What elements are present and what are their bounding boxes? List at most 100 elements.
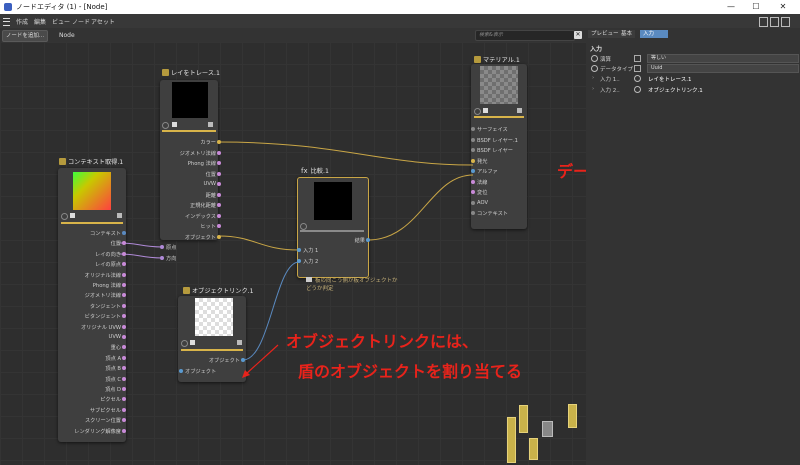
context-out-12-socket[interactable]: [122, 355, 126, 360]
node-accent-bar: [181, 349, 243, 351]
raytrace-in-1-socket[interactable]: [160, 256, 164, 260]
material-row-3-socket[interactable]: [471, 158, 475, 163]
material-row-5-socket[interactable]: [471, 179, 475, 184]
field-datatype-checkbox[interactable]: [634, 65, 641, 72]
image-icon[interactable]: [172, 122, 177, 127]
menu-icon[interactable]: [237, 340, 242, 345]
search-input[interactable]: 検索&表示: [475, 30, 575, 41]
material-row-8-socket[interactable]: [471, 211, 475, 215]
operation-dropdown[interactable]: 等しい: [647, 54, 799, 63]
menu-asset[interactable]: アセット: [91, 17, 115, 26]
window-title: ノードエディタ (1) - [Node]: [16, 3, 108, 11]
context-out-2-socket[interactable]: [122, 251, 126, 256]
maximize-button[interactable]: ☐: [745, 1, 767, 13]
material-row-7-label: AOV: [477, 199, 488, 206]
node-compare-label: 比較.1: [310, 168, 329, 175]
context-out-17-socket[interactable]: [122, 407, 126, 412]
objlink-out-socket[interactable]: [241, 358, 245, 362]
input1-value: レイをトレース.1: [648, 77, 692, 83]
layout-icon[interactable]: [781, 17, 790, 27]
annotation-objlink-2: 盾のオブジェクトを割り当てる: [298, 362, 523, 381]
add-node-button[interactable]: ノードを追加...: [2, 30, 48, 42]
context-out-0-socket[interactable]: [122, 231, 126, 235]
hamburger-icon[interactable]: [3, 18, 10, 26]
context-out-19-socket[interactable]: [122, 428, 126, 433]
context-out-15-socket[interactable]: [122, 387, 126, 391]
minimize-button[interactable]: —: [720, 1, 742, 13]
raytrace-out-3-socket[interactable]: [217, 171, 221, 176]
context-out-14-socket[interactable]: [122, 376, 126, 381]
material-row-6-socket[interactable]: [471, 190, 475, 194]
material-row-2-socket[interactable]: [471, 148, 475, 152]
objlink-in-socket[interactable]: [179, 369, 183, 373]
menu-view[interactable]: ビュー: [52, 17, 70, 26]
menu-icon[interactable]: [517, 108, 522, 113]
raytrace-in-1-label: 方向: [166, 256, 177, 262]
link-icon[interactable]: [634, 86, 641, 93]
settings-icon[interactable]: [181, 340, 188, 347]
material-row-0-socket[interactable]: [471, 127, 475, 131]
material-row-1-socket[interactable]: [471, 137, 475, 142]
raytrace-out-8-socket[interactable]: [217, 224, 221, 228]
menu-edit[interactable]: 編集: [34, 17, 46, 26]
raytrace-in-0-socket[interactable]: [160, 245, 164, 249]
link-icon[interactable]: [634, 75, 641, 82]
image-icon[interactable]: [483, 108, 488, 113]
minimap-node: [507, 417, 516, 463]
layout-icon[interactable]: [759, 17, 768, 27]
raytrace-out-7-socket[interactable]: [217, 213, 221, 218]
image-icon[interactable]: [70, 213, 75, 218]
context-out-5-socket[interactable]: [122, 283, 126, 287]
field-input1-label: 入力 1..: [600, 77, 620, 83]
raytrace-out-4-socket[interactable]: [217, 182, 221, 186]
settings-icon[interactable]: [474, 108, 481, 115]
minimap-node: [542, 421, 553, 437]
raytrace-out-6-socket[interactable]: [217, 203, 221, 207]
compare-in-0-socket[interactable]: [297, 248, 301, 252]
raytrace-out-1-socket[interactable]: [217, 150, 221, 155]
clear-search-icon[interactable]: ✕: [574, 31, 582, 39]
node-objlink-title: オブジェクトリンク.1: [183, 286, 254, 295]
context-out-2-label: レイの向き: [95, 251, 121, 258]
layout-icon[interactable]: [770, 17, 779, 27]
image-icon[interactable]: [190, 340, 195, 345]
menu-node[interactable]: ノード: [72, 17, 90, 26]
keyframe-radio[interactable]: [591, 65, 598, 72]
context-out-16-label: ピクセル: [100, 397, 121, 404]
expand-arrow-icon[interactable]: ›: [592, 86, 594, 92]
raytrace-out-0-socket[interactable]: [217, 140, 221, 144]
menu-icon[interactable]: [208, 122, 213, 127]
keyframe-radio[interactable]: [591, 55, 598, 62]
raytrace-out-9-socket[interactable]: [217, 234, 221, 239]
material-row-2-label: BSDF レイヤー: [477, 148, 513, 154]
material-row-7-socket[interactable]: [471, 200, 475, 205]
expand-arrow-icon[interactable]: ›: [592, 75, 594, 81]
context-out-5-label: Phong 法線: [92, 283, 121, 289]
menu-create[interactable]: 作成: [16, 17, 28, 26]
context-out-4-socket[interactable]: [122, 272, 126, 277]
breadcrumb[interactable]: Node: [59, 32, 75, 39]
context-preview: [73, 172, 111, 210]
objlink-preview: [195, 298, 233, 336]
raytrace-out-5-socket[interactable]: [217, 192, 221, 197]
settings-icon[interactable]: [61, 213, 68, 220]
context-out-9-socket[interactable]: [122, 324, 126, 329]
context-out-15-label: 頂点 D: [104, 387, 121, 393]
tab-preview[interactable]: プレビュー: [588, 30, 622, 38]
compare-in-1-socket[interactable]: [297, 259, 301, 263]
minimap-node: [529, 438, 538, 460]
raytrace-out-2-socket[interactable]: [217, 161, 221, 165]
tab-input[interactable]: 入力: [640, 30, 668, 38]
context-out-7-socket[interactable]: [122, 303, 126, 308]
settings-icon[interactable]: [300, 223, 307, 230]
tab-basic[interactable]: 基本: [618, 30, 636, 38]
datatype-dropdown[interactable]: Uuid: [647, 64, 799, 73]
compare-out-socket[interactable]: [366, 238, 370, 242]
context-out-10-socket[interactable]: [122, 335, 126, 339]
material-row-4-socket[interactable]: [471, 169, 475, 173]
menu-icon[interactable]: [117, 213, 122, 218]
field-operation-checkbox[interactable]: [634, 55, 641, 62]
close-button[interactable]: ✕: [772, 1, 794, 13]
compare-note-text: 板の向こう側が板オブジェクトかどうか判定: [306, 278, 398, 292]
settings-icon[interactable]: [162, 122, 169, 129]
